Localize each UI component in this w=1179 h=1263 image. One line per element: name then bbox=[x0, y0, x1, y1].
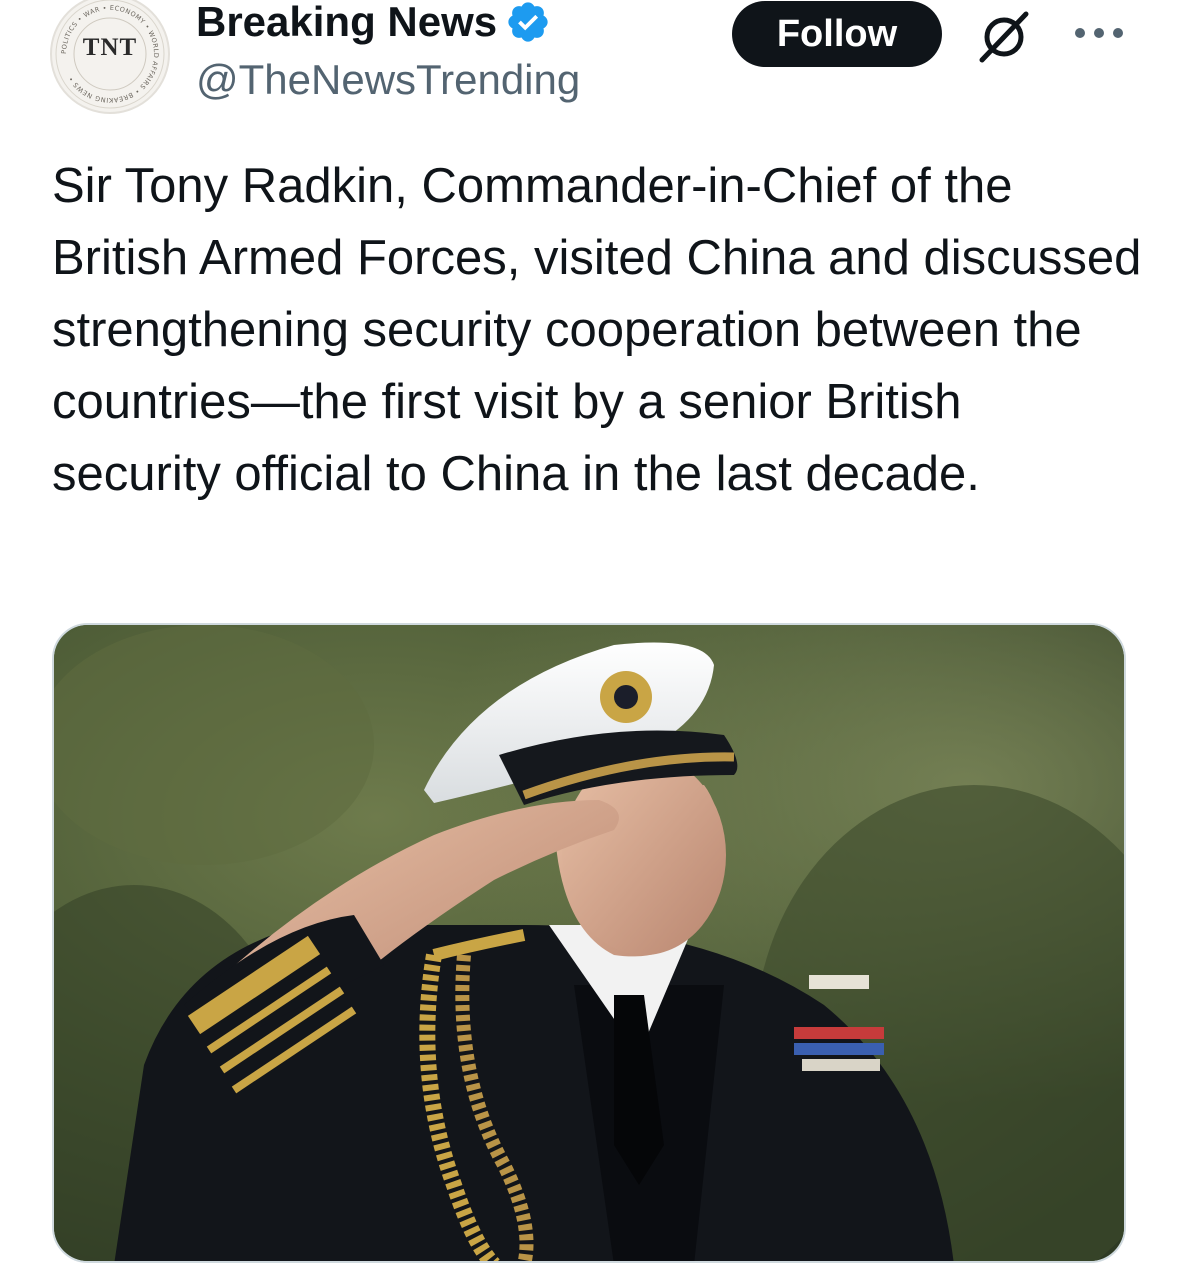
follow-button[interactable]: Follow bbox=[732, 1, 942, 67]
avatar-logo-text: TNT bbox=[82, 34, 138, 61]
photo-naval-officer-saluting bbox=[54, 625, 1124, 1261]
tweet-text: Sir Tony Radkin, Commander-in-Chief of t… bbox=[52, 159, 1142, 501]
grok-icon[interactable] bbox=[974, 6, 1034, 66]
user-handle[interactable]: @TheNewsTrending bbox=[196, 54, 580, 106]
tweet-header: POLITICS • WAR • ECONOMY • WORLD AFFAIRS… bbox=[0, 0, 1179, 130]
display-name-row: Breaking News bbox=[196, 0, 551, 48]
verified-badge-icon[interactable] bbox=[505, 0, 551, 45]
more-options-icon[interactable] bbox=[1072, 24, 1126, 42]
avatar[interactable]: POLITICS • WAR • ECONOMY • WORLD AFFAIRS… bbox=[50, 0, 170, 114]
display-name[interactable]: Breaking News bbox=[196, 0, 497, 48]
tweet-media-photo[interactable] bbox=[52, 623, 1126, 1263]
